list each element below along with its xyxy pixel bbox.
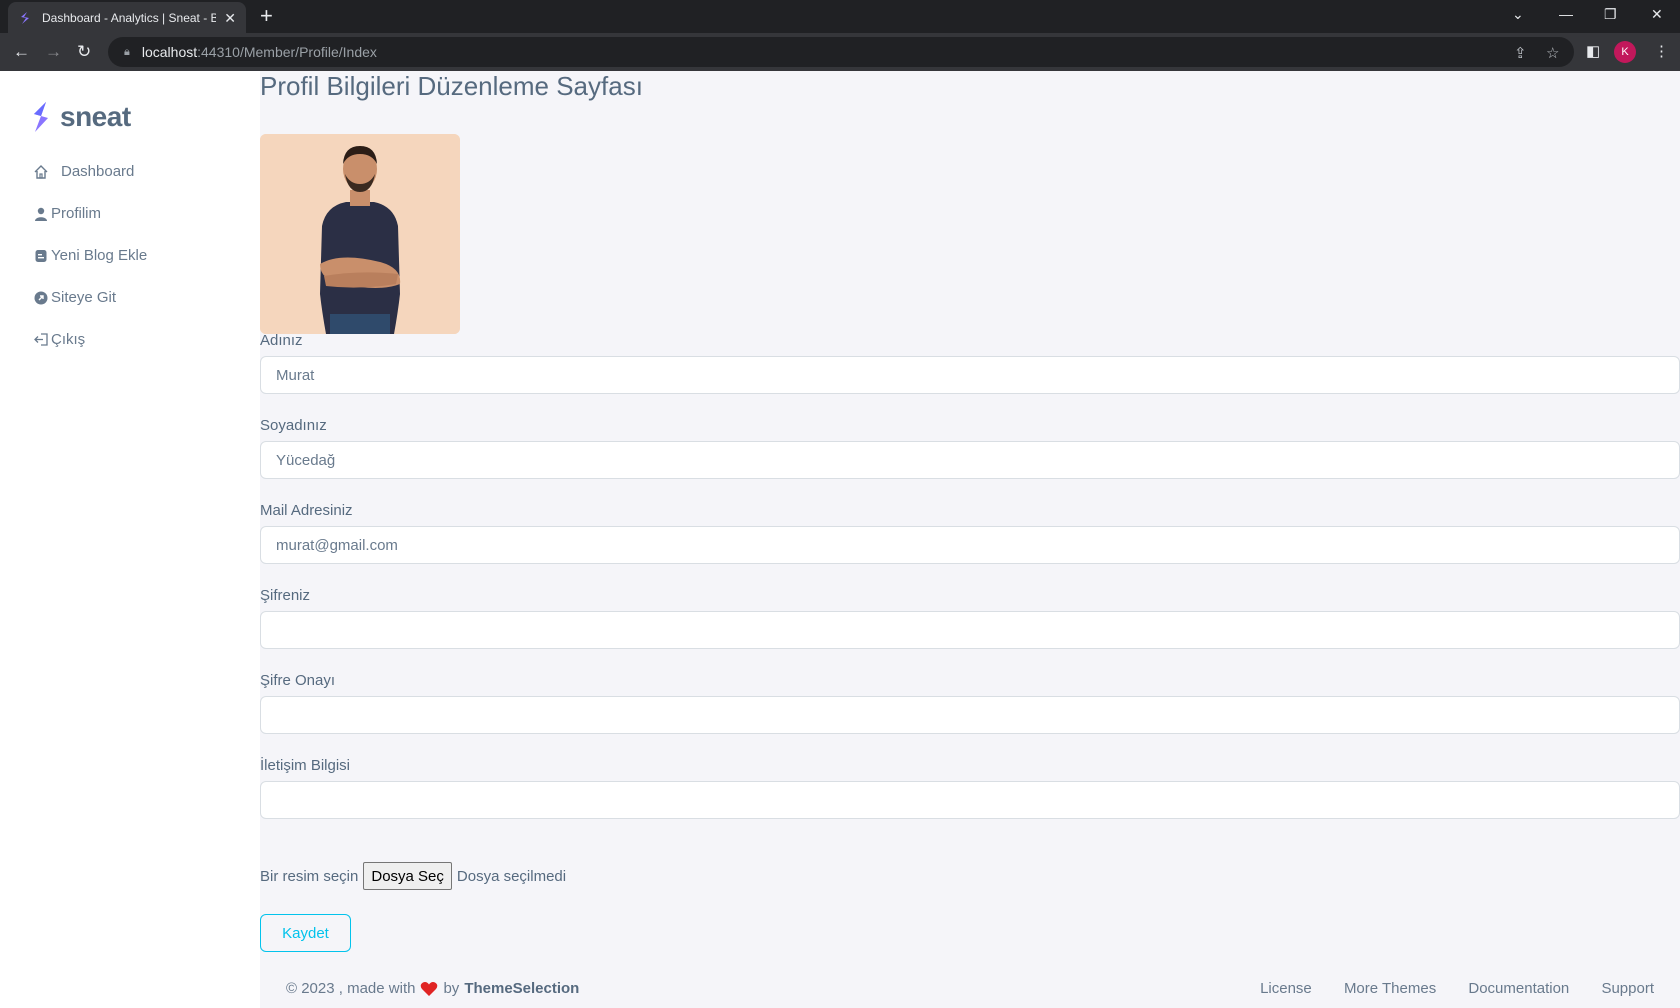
- browser-toolbar: ← → ↻ 🔒︎ localhost:44310/Member/Profile/…: [0, 33, 1680, 71]
- sidebar: sneat Dashboard Profilim Yeni Blog Ekle …: [0, 71, 260, 1008]
- new-tab-icon[interactable]: +: [260, 5, 273, 27]
- by-text: by: [443, 980, 460, 997]
- sidebar-item-siteye-git[interactable]: Siteye Git: [33, 289, 116, 306]
- password-confirm-label: Şifre Onayı: [260, 672, 336, 689]
- menu-kebab-icon[interactable]: ⋮: [1654, 42, 1669, 60]
- home-icon: [33, 164, 49, 180]
- password-input[interactable]: [260, 611, 1680, 649]
- last-name-label: Soyadınız: [260, 417, 327, 434]
- reload-icon[interactable]: ↻: [77, 42, 91, 62]
- heart-icon: [420, 981, 438, 997]
- footer-credit: © 2023 , made with by ThemeSelection: [286, 980, 579, 997]
- close-window-icon[interactable]: ✕: [1651, 4, 1663, 24]
- restore-icon[interactable]: ❐: [1604, 4, 1617, 24]
- browser-tab-bar: Dashboard - Analytics | Sneat - B ✕ + ⌄ …: [0, 0, 1680, 33]
- minimize-icon[interactable]: —: [1559, 4, 1573, 24]
- tab-title: Dashboard - Analytics | Sneat - B: [42, 10, 217, 25]
- address-bar[interactable]: 🔒︎ localhost:44310/Member/Profile/Index …: [108, 37, 1574, 67]
- sidebar-item-dashboard[interactable]: Dashboard: [33, 163, 134, 180]
- profile-photo: [260, 134, 460, 334]
- sidebar-item-yeni-blog-ekle[interactable]: Yeni Blog Ekle: [33, 247, 147, 264]
- footer-link-license[interactable]: License: [1260, 980, 1312, 997]
- close-tab-icon[interactable]: ✕: [224, 11, 236, 25]
- contact-info-input[interactable]: [260, 781, 1680, 819]
- arrow-circle-icon: [33, 290, 49, 306]
- user-icon: [33, 206, 49, 222]
- first-name-input[interactable]: [260, 356, 1680, 394]
- share-icon[interactable]: ⇪: [1514, 44, 1527, 62]
- sidebar-item-label: Çıkış: [51, 331, 86, 348]
- logout-icon: [33, 332, 49, 348]
- blog-icon: [33, 248, 49, 264]
- file-status-text: Dosya seçilmedi: [456, 867, 567, 885]
- browser-tab[interactable]: Dashboard - Analytics | Sneat - B ✕: [8, 2, 246, 33]
- file-upload-row: Bir resim seçin Dosya Seç Dosya seçilmed…: [260, 862, 566, 890]
- sidebar-item-cikis[interactable]: Çıkış: [33, 331, 85, 348]
- main-content: Profil Bilgileri Düzenleme Sayfası Adını…: [260, 71, 1680, 1008]
- copyright-text: © 2023 , made with: [286, 980, 416, 997]
- sidebar-item-profilim[interactable]: Profilim: [33, 205, 101, 222]
- first-name-label: Adınız: [260, 332, 303, 349]
- url-path: :44310/Member/Profile/Index: [197, 44, 377, 60]
- sidebar-item-label: Profilim: [51, 205, 102, 222]
- save-button[interactable]: Kaydet: [260, 914, 351, 952]
- sidebar-item-label: Yeni Blog Ekle: [51, 247, 148, 264]
- bookmark-star-icon[interactable]: ☆: [1546, 44, 1559, 62]
- back-icon[interactable]: ←: [13, 42, 30, 62]
- url-host: localhost: [141, 44, 198, 60]
- file-upload-label: Bir resim seçin: [260, 867, 359, 885]
- footer-link-documentation[interactable]: Documentation: [1468, 980, 1569, 997]
- brand-logo-link[interactable]: sneat: [30, 101, 131, 133]
- footer-links: License More Themes Documentation Suppor…: [1232, 980, 1654, 997]
- email-label: Mail Adresiniz: [260, 502, 353, 519]
- tab-search-icon[interactable]: ⌄: [1512, 4, 1524, 24]
- choose-file-button[interactable]: Dosya Seç: [363, 862, 452, 890]
- brand-name: sneat: [60, 101, 131, 132]
- lock-icon: 🔒︎: [124, 45, 130, 58]
- page-title: Profil Bilgileri Düzenleme Sayfası: [260, 71, 643, 101]
- sidebar-item-label: Dashboard: [61, 163, 135, 180]
- side-panel-icon[interactable]: ◧: [1586, 42, 1600, 60]
- password-label: Şifreniz: [260, 587, 311, 604]
- last-name-input[interactable]: [260, 441, 1680, 479]
- footer: © 2023 , made with by ThemeSelection Lic…: [286, 980, 1654, 997]
- forward-icon[interactable]: →: [45, 42, 62, 62]
- themeselection-link[interactable]: ThemeSelection: [464, 980, 579, 997]
- profile-avatar[interactable]: K: [1614, 41, 1636, 63]
- sneat-logo-icon: [34, 102, 48, 132]
- email-input[interactable]: [260, 526, 1680, 564]
- sneat-favicon-icon: [18, 11, 32, 25]
- password-confirm-input[interactable]: [260, 696, 1680, 734]
- footer-link-more-themes[interactable]: More Themes: [1344, 980, 1436, 997]
- contact-info-label: İletişim Bilgisi: [260, 757, 351, 774]
- footer-link-support[interactable]: Support: [1601, 980, 1654, 997]
- sidebar-item-label: Siteye Git: [51, 289, 117, 306]
